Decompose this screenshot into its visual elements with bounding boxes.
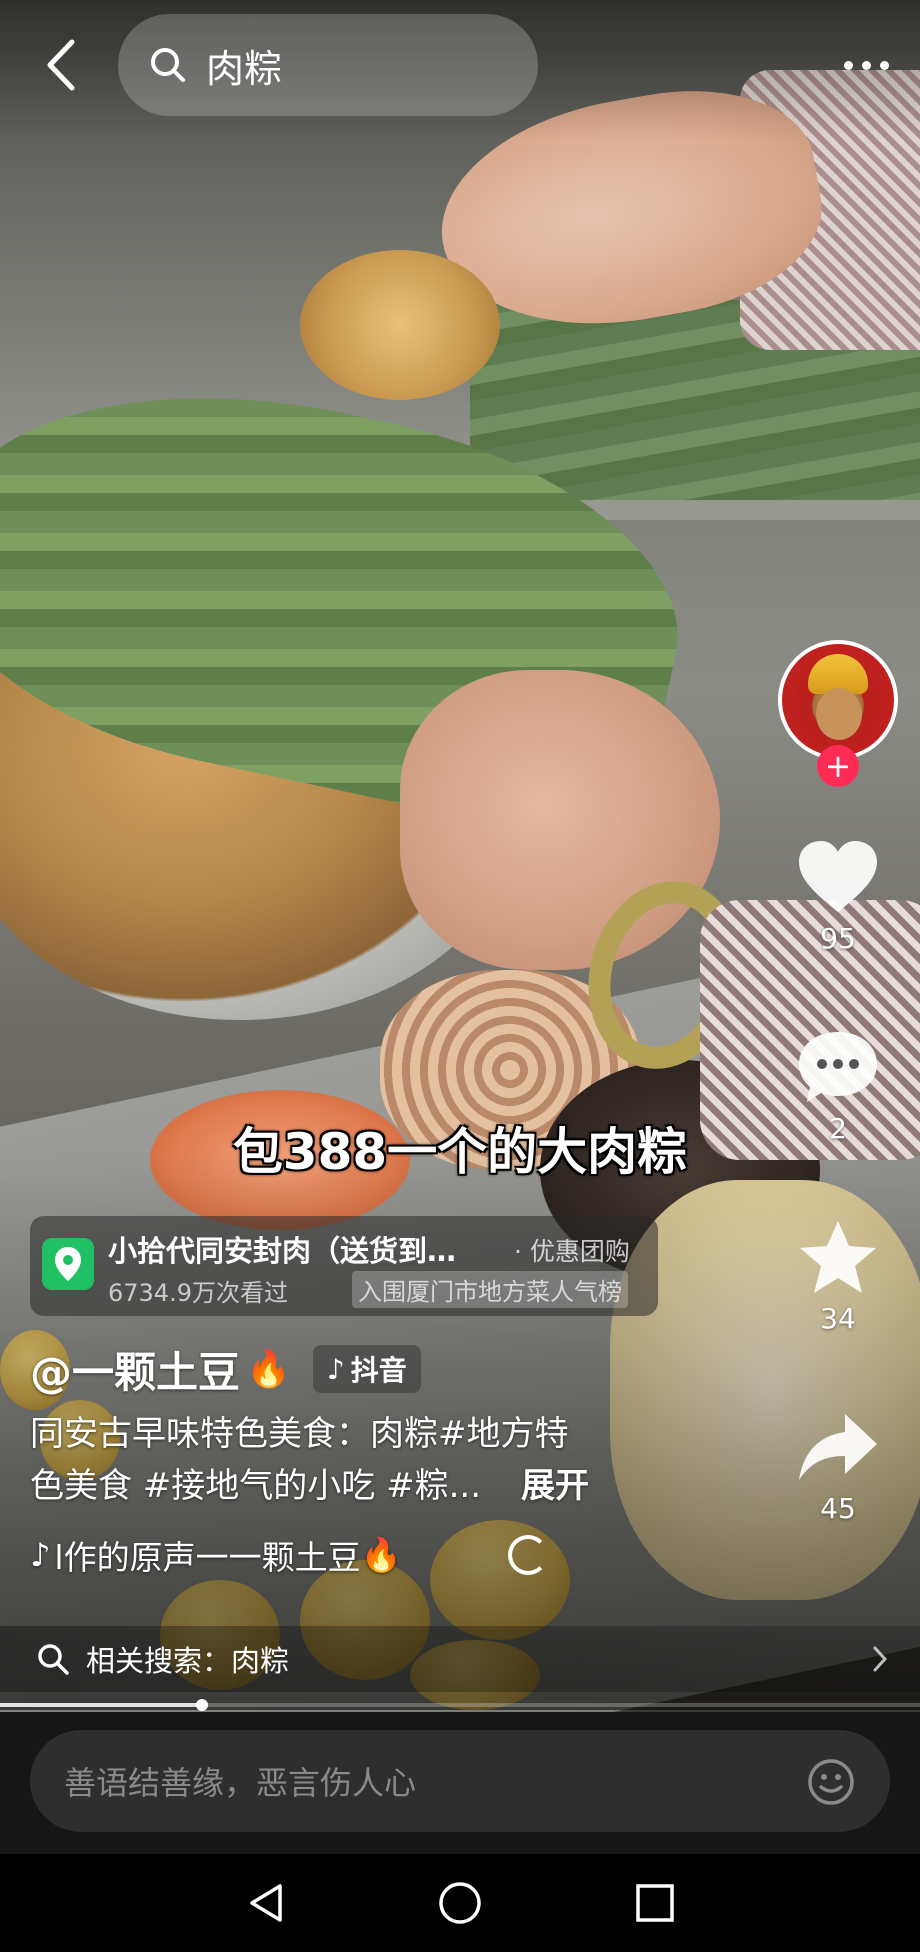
- chevron-right-icon: [873, 1646, 888, 1672]
- progress-fill: [0, 1703, 203, 1707]
- more-dots-icon: [843, 60, 853, 70]
- douyin-badge[interactable]: ♪ 抖音: [312, 1345, 421, 1393]
- related-search-label: 相关搜索：肉粽: [86, 1644, 290, 1678]
- poi-rank-badge: 入围厦门市地方菜人气榜: [352, 1271, 628, 1308]
- favorite-count: 34: [820, 1302, 856, 1335]
- favorite-button[interactable]: 34: [782, 1218, 894, 1335]
- douyin-badge-label: 抖音: [350, 1354, 407, 1387]
- music-title: l作的原声一一颗土豆: [54, 1538, 361, 1577]
- fire-emoji: 🔥: [360, 1535, 402, 1574]
- back-arrow-icon: [47, 39, 75, 91]
- like-count: 95: [820, 922, 856, 955]
- fire-emoji: 🔥: [246, 1349, 291, 1390]
- smiley-icon[interactable]: [806, 1757, 856, 1807]
- back-button[interactable]: [36, 30, 88, 100]
- poi-tag: · 优惠团购: [514, 1237, 630, 1266]
- triangle-back-icon[interactable]: [242, 1878, 292, 1928]
- star-icon: [800, 1221, 876, 1293]
- location-pin-icon: [42, 1238, 94, 1290]
- comment-input[interactable]: 善语结善缘，恶言伤人心: [30, 1730, 890, 1832]
- search-query: 肉粽: [206, 46, 283, 91]
- related-search-bar[interactable]: 相关搜索：肉粽: [0, 1626, 920, 1692]
- follow-button[interactable]: +: [817, 745, 859, 787]
- author-row: @一颗土豆 🔥 ♪ 抖音: [30, 1336, 421, 1402]
- meat-floss-spoon: [300, 250, 500, 400]
- poi-card[interactable]: 小拾代同安封肉（送货到… · 优惠团购 6734.9万次看过 入围厦门市地方菜人…: [30, 1216, 658, 1316]
- video-progress-bar[interactable]: [0, 1699, 920, 1711]
- search-icon: [38, 1644, 69, 1675]
- share-count: 45: [820, 1492, 856, 1525]
- more-button[interactable]: [826, 40, 906, 90]
- caption-line-1: 同安古早味特色美食：肉粽#地方特: [30, 1414, 569, 1454]
- heart-icon: [799, 841, 877, 912]
- comment-count: 2: [829, 1112, 847, 1145]
- comment-button[interactable]: 2: [782, 1028, 894, 1145]
- music-disc-icon[interactable]: [508, 1535, 548, 1575]
- expand-button[interactable]: 展开: [521, 1460, 589, 1512]
- square-recents-icon[interactable]: [630, 1878, 680, 1928]
- poi-views: 6734.9万次看过: [108, 1279, 288, 1307]
- douyin-note-icon: ♪: [326, 1352, 345, 1386]
- circle-home-icon[interactable]: [435, 1878, 485, 1928]
- chat-bubble-icon: [799, 1032, 877, 1102]
- music-row[interactable]: ♪ l作的原声一一颗土豆 🔥: [30, 1527, 550, 1583]
- comment-area: 善语结善缘，恶言伤人心: [0, 1712, 920, 1854]
- avatar-face: [816, 688, 862, 740]
- video-caption[interactable]: 同安古早味特色美食：肉粽#地方特 色美食 #接地气的小吃 #粽... 展开: [30, 1408, 670, 1512]
- comment-placeholder: 善语结善缘，恶言伤人心: [64, 1764, 417, 1802]
- author-avatar[interactable]: [778, 640, 898, 760]
- share-button[interactable]: 45: [782, 1408, 894, 1525]
- search-icon: [151, 48, 185, 82]
- caption-line-2: 色美食 #接地气的小吃 #粽...: [30, 1466, 482, 1506]
- system-nav-bar: [0, 1854, 920, 1952]
- music-note-icon: ♪: [30, 1536, 51, 1574]
- share-arrow-icon: [799, 1414, 877, 1480]
- author-name[interactable]: @一颗土豆: [30, 1339, 240, 1400]
- like-button[interactable]: 95: [782, 838, 894, 955]
- poi-title: 小拾代同安封肉（送货到…: [108, 1234, 457, 1268]
- search-bar[interactable]: 肉粽: [118, 14, 538, 116]
